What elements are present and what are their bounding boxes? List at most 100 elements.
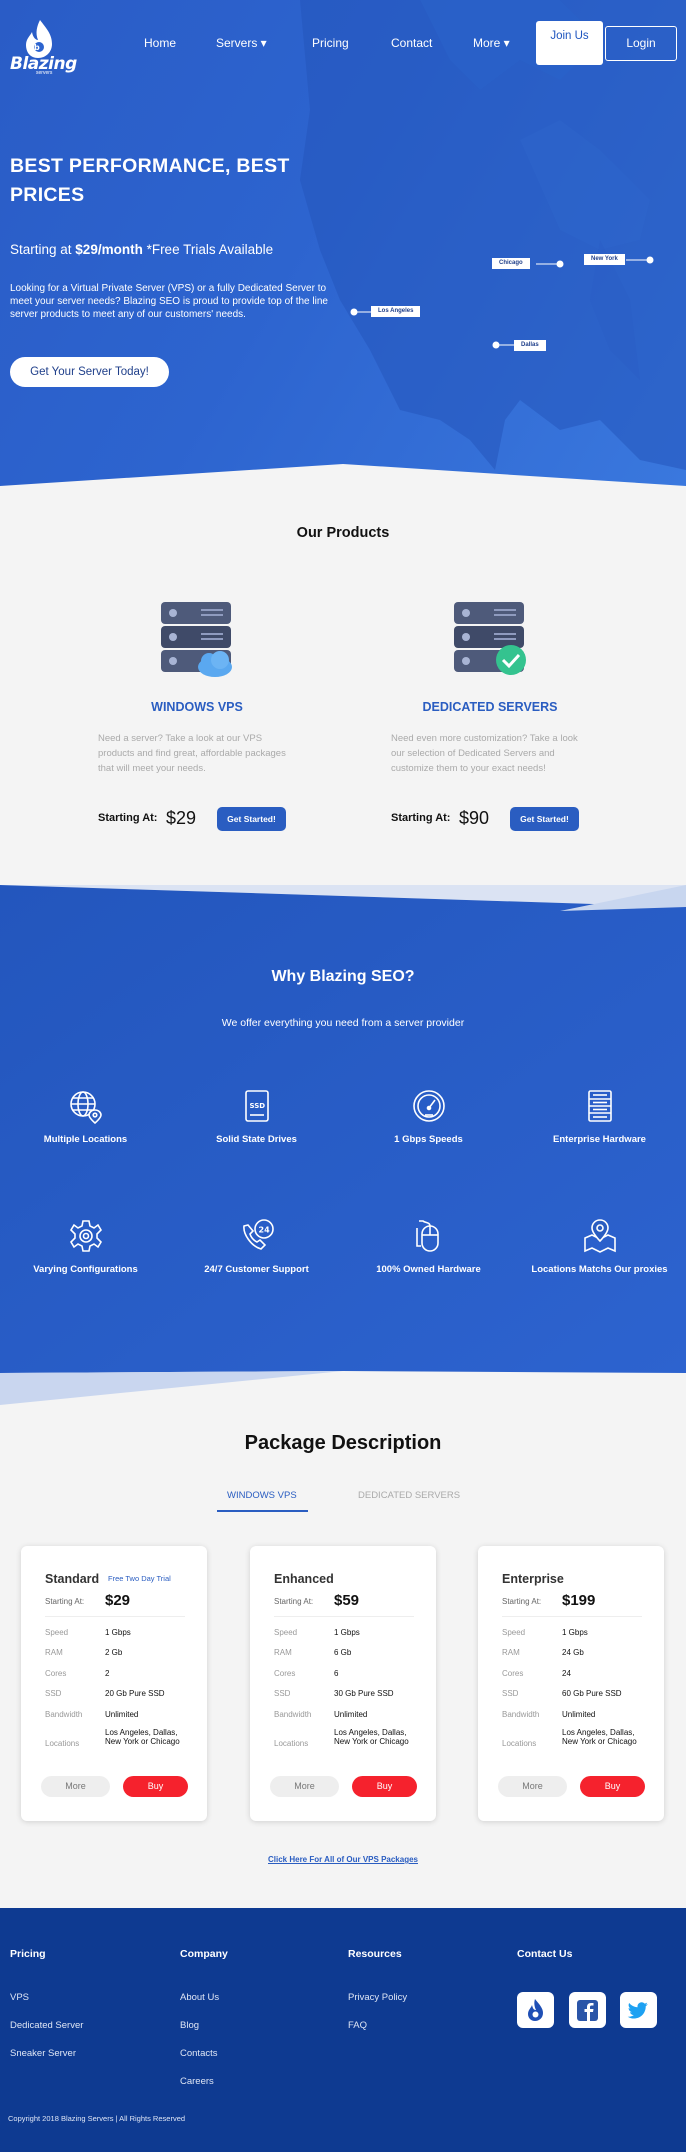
why-section [0,885,686,1405]
divider [502,1616,642,1617]
package-card-standard: Standard Free Two Day Trial Starting At:… [21,1546,207,1821]
feature-label: 1 Gbps Speeds [394,1134,463,1145]
row-value-bandwidth: Unlimited [105,1710,139,1719]
feature-multiple-locations: Multiple Locations [0,1088,171,1145]
row-label-ssd: SSD [502,1689,519,1698]
svg-text:24: 24 [258,1226,270,1235]
feature-enterprise-hardware: Enterprise Hardware [514,1088,685,1145]
product-starting-label: Starting At: [391,812,451,824]
footer-heading-company: Company [180,1948,228,1960]
package-starting-label: Starting At: [274,1597,314,1606]
row-label-ssd: SSD [274,1689,291,1698]
footer-link-vps[interactable]: VPS [10,1992,29,2003]
facebook-icon [577,2000,598,2021]
free-trial-badge: Free Two Day Trial [108,1574,171,1583]
row-label-cores: Cores [502,1669,524,1678]
why-title: Why Blazing SEO? [271,968,415,985]
pin-chicago: Chicago [492,258,530,269]
pin-los-angeles: Los Angeles [371,306,421,317]
package-name: Enhanced [274,1572,334,1586]
product-starting-label: Starting At: [98,812,158,824]
why-subtitle: We offer everything you need from a serv… [221,1017,465,1029]
feature-speed: 1 Gbps Speeds [343,1088,514,1145]
map-pin-lines [350,256,654,349]
feature-label: Enterprise Hardware [553,1134,646,1145]
buy-button[interactable]: Buy [352,1776,417,1797]
row-value-cores: 6 [334,1669,339,1678]
svg-text:SSD: SSD [249,1102,265,1110]
dedicated-server-icon [454,602,526,675]
feature-label: 24/7 Customer Support [204,1264,309,1275]
mouse-icon [415,1220,439,1252]
get-started-vps-button[interactable]: Get Started! [217,807,286,831]
footer-link-faq[interactable]: FAQ [348,2020,367,2031]
package-name: Standard [45,1572,100,1586]
buy-button[interactable]: Buy [123,1776,188,1797]
package-starting-label: Starting At: [45,1597,85,1606]
feature-varying-configurations: Varying Configurations [0,1218,171,1275]
row-value-ssd: 20 Gb Pure SSD [105,1689,165,1698]
package-starting-label: Starting At: [502,1597,542,1606]
divider [274,1616,414,1617]
more-button[interactable]: More [270,1776,339,1797]
copyright-text: Copyright 2018 Blazing Servers | All Rig… [8,2114,186,2123]
support-24-icon: 24 [242,1219,274,1250]
buy-button[interactable]: Buy [580,1776,645,1797]
tab-dedicated-servers[interactable]: DEDICATED SERVERS [358,1490,460,1501]
more-button[interactable]: More [41,1776,110,1797]
twitter-icon [627,2002,648,2019]
feature-label: 100% Owned Hardware [376,1264,481,1275]
footer-link-careers[interactable]: Careers [180,2076,214,2087]
speedometer-icon [412,1090,445,1122]
row-value-speed: 1 Gbps [105,1628,131,1637]
row-value-speed: 1 Gbps [562,1628,588,1637]
footer-heading-pricing: Pricing [10,1948,46,1960]
row-label-speed: Speed [502,1628,526,1637]
social-twitter[interactable] [620,1992,657,2028]
footer-link-dedicated-server[interactable]: Dedicated Server [10,2020,83,2031]
row-label-cores: Cores [274,1669,296,1678]
row-label-ram: RAM [502,1648,520,1657]
row-label-bandwidth: Bandwidth [502,1710,540,1719]
row-value-bandwidth: Unlimited [334,1710,368,1719]
get-started-dedicated-button[interactable]: Get Started! [510,807,579,831]
pin-new-york: New York [584,254,625,265]
server-rack-icon [587,1090,612,1122]
blazing-logo-icon [528,1999,543,2021]
row-label-speed: Speed [274,1628,298,1637]
row-value-ssd: 30 Gb Pure SSD [334,1689,394,1698]
package-name: Enterprise [502,1572,564,1586]
footer-link-about-us[interactable]: About Us [180,1992,219,2003]
footer-link-sneaker-server[interactable]: Sneaker Server [10,2048,76,2059]
tab-windows-vps[interactable]: WINDOWS VPS [227,1490,297,1501]
row-value-speed: 1 Gbps [334,1628,360,1637]
feature-label: Multiple Locations [43,1134,128,1145]
product-price-windows-vps: $29 [166,808,197,828]
footer-link-contacts[interactable]: Contacts [180,2048,218,2059]
package-price: $199 [562,1592,596,1609]
globe-pin-icon [69,1091,102,1124]
row-value-locations: Los Angeles, Dallas, New York or Chicago [105,1728,180,1746]
feature-owned-hardware: 100% Owned Hardware [343,1218,514,1275]
social-blazing[interactable] [517,1992,554,2028]
row-value-bandwidth: Unlimited [562,1710,596,1719]
row-label-ssd: SSD [45,1689,62,1698]
row-label-locations: Locations [502,1739,537,1748]
row-label-bandwidth: Bandwidth [274,1710,312,1719]
row-value-ram: 24 Gb [562,1648,584,1657]
footer-heading-contact: Contact Us [517,1948,573,1960]
row-label-ram: RAM [274,1648,292,1657]
product-desc-windows-vps: Need a server? Take a look at our VPS pr… [98,733,286,774]
gear-icon [69,1220,102,1252]
product-price-dedicated-servers: $90 [459,808,490,828]
all-vps-packages-link[interactable]: Click Here For All of Our VPS Packages [0,1855,686,1864]
more-button[interactable]: More [498,1776,567,1797]
row-value-ram: 2 Gb [105,1648,123,1657]
footer-link-privacy-policy[interactable]: Privacy Policy [348,1992,407,2003]
footer-link-blog[interactable]: Blog [180,2020,199,2031]
product-name-dedicated-servers: DEDICATED SERVERS [422,700,558,714]
row-value-cores: 24 [562,1669,571,1678]
package-price: $59 [334,1592,360,1609]
product-name-windows-vps: WINDOWS VPS [151,700,243,714]
social-facebook[interactable] [569,1992,606,2028]
